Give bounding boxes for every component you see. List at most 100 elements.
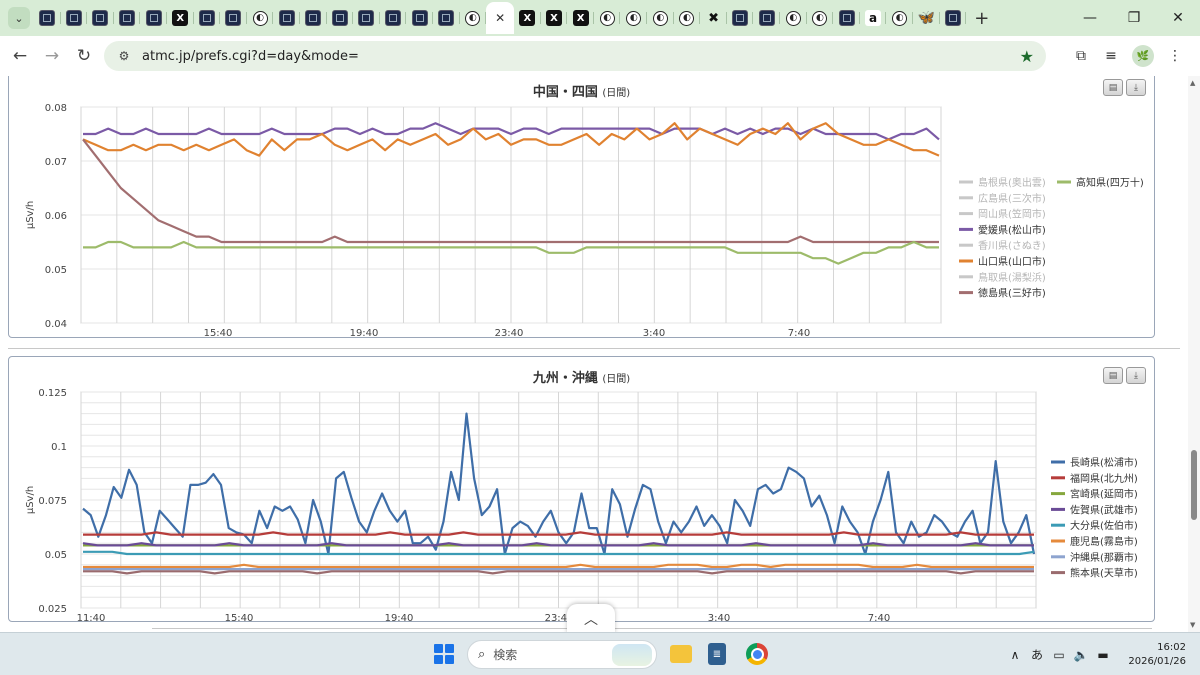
circle-favicon: ◐ [892, 10, 908, 26]
browser-tab[interactable] [61, 3, 88, 33]
scrollbar-thumb[interactable] [1191, 450, 1197, 520]
legend-label: 鳥取県(湯梨浜) [978, 271, 1046, 284]
x-tick-label: 7:40 [788, 328, 810, 339]
file-explorer-icon[interactable] [670, 645, 692, 663]
network-icon[interactable]: ▭ [1048, 648, 1070, 662]
chart-svg: 0.08 0.07 0.06 0.05 0.04 μSv/h 15:40 19:40 23:40… [25, 103, 1144, 339]
close-window-icon[interactable]: ✕ [1156, 10, 1200, 26]
notepad-icon[interactable]: ≣ [708, 643, 726, 665]
back-arrow-icon[interactable]: ← [4, 46, 36, 66]
browser-tab[interactable] [433, 3, 460, 33]
ime-indicator[interactable]: あ [1026, 646, 1048, 663]
atmc-favicon [92, 10, 109, 26]
browser-tab[interactable]: ◐ [620, 3, 647, 33]
browser-tab[interactable]: ◐ [780, 3, 807, 33]
circle-favicon: ◐ [252, 10, 268, 26]
circle-favicon: ◐ [679, 10, 695, 26]
extensions-puzzle-icon[interactable]: ⧉ [1066, 48, 1096, 64]
legend-label: 山口県(山口市) [978, 255, 1046, 268]
y-tick-label: 0.05 [45, 265, 67, 276]
minimize-icon[interactable]: — [1068, 10, 1112, 26]
chart-svg: 0.125 0.1 0.075 0.05 0.025 μSv/h 11:40 15:40 19:… [25, 388, 1138, 623]
search-placeholder: 検索 [493, 648, 518, 662]
browser-tab[interactable] [34, 3, 61, 33]
media-control-icon[interactable]: ≡ [1096, 48, 1126, 64]
atmc-favicon [838, 10, 855, 26]
clock-time: 16:02 [1157, 641, 1186, 653]
browser-tab[interactable]: X [514, 3, 541, 33]
browser-tab[interactable]: ◐ [886, 3, 913, 33]
chrome-icon[interactable] [746, 643, 768, 665]
scroll-up-icon[interactable]: ▲ [1190, 79, 1195, 87]
browser-tab[interactable]: 🦋 [913, 3, 940, 33]
browser-tab[interactable]: ◐ [460, 3, 487, 33]
circle-favicon: ◐ [812, 10, 828, 26]
browser-tab[interactable] [753, 3, 780, 33]
tab-search-button[interactable]: ⌄ [8, 7, 30, 29]
address-bar[interactable]: ⚙ atmc.jp/prefs.cgi?d=day&mode= ★ [104, 41, 1046, 71]
browser-tab[interactable] [380, 3, 407, 33]
browser-tab[interactable] [87, 3, 114, 33]
browser-tab[interactable] [327, 3, 354, 33]
legend-label: 宮崎県(延岡市) [1070, 488, 1138, 501]
legend-label: 鹿児島(霧島市) [1070, 535, 1138, 548]
bookmark-star-icon[interactable]: ★ [1020, 47, 1034, 66]
battery-icon[interactable]: ▬ [1092, 648, 1114, 662]
reload-icon[interactable]: ↻ [68, 46, 100, 66]
browser-tab[interactable] [406, 3, 433, 33]
browser-tab[interactable] [273, 3, 300, 33]
browser-tab[interactable]: ✖ [700, 3, 727, 33]
browser-tab[interactable]: ◐ [247, 3, 274, 33]
url-text[interactable]: atmc.jp/prefs.cgi?d=day&mode= [142, 49, 359, 64]
browser-tab[interactable] [194, 3, 221, 33]
browser-tab[interactable] [114, 3, 141, 33]
browser-tab[interactable]: ✕ [486, 2, 515, 34]
clock[interactable]: 16:02 2026/01/26 [1114, 641, 1186, 669]
site-info-icon[interactable]: ⚙ [112, 49, 136, 63]
chevron-up-icon[interactable]: ︿ [567, 604, 615, 634]
x-tick-label: 23:40 [495, 328, 524, 339]
browser-tab[interactable] [727, 3, 754, 33]
divider [152, 628, 1152, 629]
atmc-favicon [358, 10, 375, 26]
toolbar-actions: ⧉ ≡ 🌿 ⋮ [1066, 36, 1190, 76]
browser-tab[interactable]: ◐ [647, 3, 674, 33]
browser-tab[interactable] [353, 3, 380, 33]
scroll-down-icon[interactable]: ▼ [1190, 621, 1195, 629]
profile-avatar[interactable]: 🌿 [1132, 45, 1154, 67]
legend-label: 香川県(さぬき) [978, 240, 1046, 252]
search-highlight-image [612, 644, 652, 666]
taskbar-search[interactable]: ⌕ 検索 [467, 640, 657, 669]
circle-favicon: ◐ [652, 10, 668, 26]
browser-tab[interactable] [300, 3, 327, 33]
y-tick-label: 0.07 [45, 157, 67, 168]
chevron-up-icon[interactable]: ∧ [1004, 648, 1026, 662]
windows-start-icon[interactable] [434, 644, 454, 664]
browser-tab[interactable] [220, 3, 247, 33]
tab-strip: ⌄ X ◐ ◐ ✕ X X X ◐ ◐ ◐ ◐ ✖ ◐ ◐ a ◐ 🦋 + — ❐ ✕ [0, 0, 1200, 36]
forward-arrow-icon[interactable]: → [36, 46, 68, 66]
legend-label: 岡山県(笠岡市) [978, 208, 1046, 221]
browser-tab[interactable]: ◐ [674, 3, 701, 33]
browser-tab[interactable]: X [541, 3, 568, 33]
volume-icon[interactable]: 🔈 [1070, 648, 1092, 662]
restore-icon[interactable]: ❐ [1112, 10, 1156, 26]
browser-tab[interactable]: a [860, 3, 887, 33]
menu-dots-icon[interactable]: ⋮ [1160, 48, 1190, 64]
browser-tab[interactable] [140, 3, 167, 33]
browser-tab[interactable]: ◐ [594, 3, 621, 33]
taskbar: ⌕ 検索 ≣ ∧ あ ▭ 🔈 ▬ 16:02 2026/01/26 [0, 632, 1200, 675]
browser-tab[interactable] [833, 3, 860, 33]
y-tick-label: 0.075 [38, 496, 67, 507]
x-favicon: X [519, 10, 536, 26]
atmc-favicon [225, 10, 242, 26]
browser-toolbar: ← → ↻ ⚙ atmc.jp/prefs.cgi?d=day&mode= ★ … [0, 36, 1200, 76]
browser-tab[interactable] [940, 3, 967, 33]
browser-tab[interactable]: X [167, 3, 194, 33]
legend-label: 沖縄県(那覇市) [1070, 551, 1138, 564]
page-scrollbar[interactable]: ▲ ▼ [1188, 76, 1200, 632]
close-icon[interactable]: ✕ [495, 11, 505, 25]
browser-tab[interactable]: ◐ [807, 3, 834, 33]
new-tab-button[interactable]: + [974, 8, 989, 29]
browser-tab[interactable]: X [567, 3, 594, 33]
